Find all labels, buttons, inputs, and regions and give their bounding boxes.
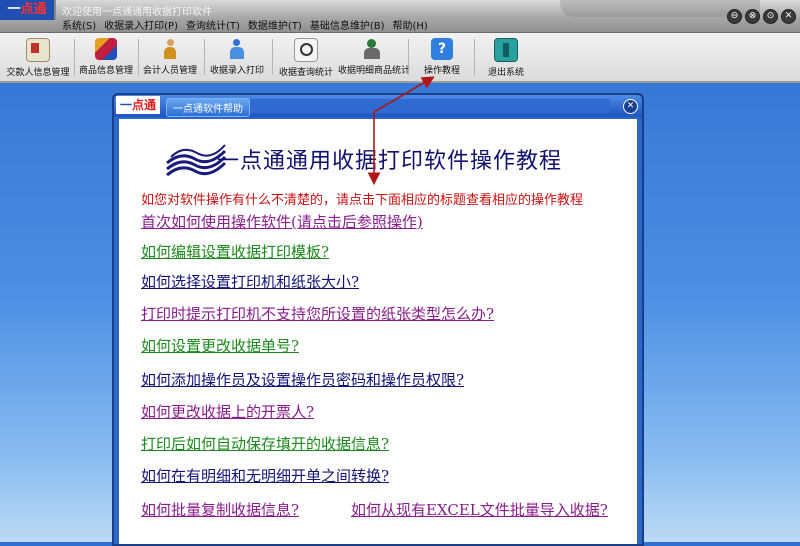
exit-label: 退出系统 <box>487 68 524 78</box>
product-info-label: 商品信息管理 <box>78 66 133 76</box>
tutorial-link-issuer[interactable]: 如何更改收据上的开票人? <box>141 401 314 422</box>
magnifier-icon <box>294 38 318 62</box>
minimize-button[interactable]: ⊖ <box>727 9 742 24</box>
toolbar-divider <box>204 39 205 75</box>
main-toolbar: 交款人信息管理 商品信息管理 会计人员管理 收据录入打印 收据查询统计 收据明细… <box>0 33 800 83</box>
maximize-button[interactable]: ⊙ <box>763 9 778 24</box>
accountant-label: 会计人员管理 <box>142 66 197 76</box>
receipt-query-label: 收据查询统计 <box>278 68 333 78</box>
help-close-button[interactable]: ✕ <box>623 99 638 114</box>
tutorial-link-operators[interactable]: 如何添加操作员及设置操作员密码和操作员权限? <box>141 369 464 390</box>
help-logo-accent: 点通 <box>132 98 157 112</box>
tutorial-button[interactable]: ? 操作教程 <box>418 35 466 79</box>
app-logo-main: 一 <box>7 2 21 17</box>
help-title-strip <box>244 99 610 113</box>
id-card-icon <box>26 38 50 62</box>
help-logo-main: 一 <box>119 98 132 112</box>
tutorial-link-paper-unsupported[interactable]: 打印时提示打印机不支持您所设置的纸张类型怎么办? <box>141 303 494 324</box>
menu-help[interactable]: 帮助(H) <box>393 17 428 32</box>
detail-stats-label: 收据明细商品统计 <box>338 66 411 76</box>
help-title-bar: 一点通 一点通软件帮助 ✕ <box>114 95 642 117</box>
toolbar-divider <box>408 39 409 75</box>
menu-system[interactable]: 系统(S) <box>62 17 96 32</box>
tutorial-link-batch-copy[interactable]: 如何批量复制收据信息? <box>141 499 299 520</box>
tutorial-link-first-use[interactable]: 首次如何使用操作软件(请点击后参照操作) <box>141 211 423 232</box>
app-logo: 一点通 <box>0 0 56 20</box>
tutorial-link-edit-template[interactable]: 如何编辑设置收据打印模板? <box>141 241 329 262</box>
tutorial-intro: 如您对软件操作有什么不清楚的，请点击下面相应的标题查看相应的操作教程 <box>141 193 584 208</box>
toolbar-divider <box>74 39 75 75</box>
exit-button[interactable]: 退出系统 <box>482 35 530 79</box>
menu-bar: 系统(S) 收据录入打印(P) 查询统计(T) 数据维护(T) 基础信息维护(B… <box>62 17 428 32</box>
help-icon: ? <box>431 38 453 60</box>
tutorial-link-excel-import[interactable]: 如何从现有EXCEL文件批量导入收据? <box>351 499 608 520</box>
help-logo: 一点通 <box>116 96 160 114</box>
menu-query-stats[interactable]: 查询统计(T) <box>186 17 240 32</box>
user-entry-icon <box>226 38 248 60</box>
receipt-query-button[interactable]: 收据查询统计 <box>276 35 336 79</box>
help-window: 一点通 一点通软件帮助 ✕ 一点通通用收据打印软件操作教程 如您对软件操作有什么… <box>112 93 644 546</box>
receipt-entry-button[interactable]: 收据录入打印 <box>208 35 266 79</box>
help-window-title: 一点通软件帮助 <box>166 98 250 117</box>
menu-receipt-entry-print[interactable]: 收据录入打印(P) <box>104 17 178 32</box>
restore-button[interactable]: ⊗ <box>745 9 760 24</box>
detail-stats-icon <box>361 38 383 60</box>
tutorial-heading: 一点通通用收据打印软件操作教程 <box>217 149 563 174</box>
accountant-button[interactable]: 会计人员管理 <box>142 35 198 79</box>
exit-door-icon <box>494 38 518 62</box>
menu-basic-info-maintenance[interactable]: 基础信息维护(B) <box>310 17 385 32</box>
payer-info-label: 交款人信息管理 <box>6 68 70 78</box>
cubes-icon <box>95 38 117 60</box>
payer-info-button[interactable]: 交款人信息管理 <box>6 35 70 79</box>
detail-stats-button[interactable]: 收据明细商品统计 <box>338 35 411 79</box>
toolbar-divider <box>272 39 273 75</box>
main-title-bar: 一点通 欢迎使用一点通通用收据打印软件 系统(S) 收据录入打印(P) 查询统计… <box>0 0 800 33</box>
tutorial-link-detail-toggle[interactable]: 如何在有明细和无明细开单之间转换? <box>141 465 389 486</box>
product-info-button[interactable]: 商品信息管理 <box>78 35 134 79</box>
person-icon <box>159 38 181 60</box>
tutorial-link-printer-paper[interactable]: 如何选择设置打印机和纸张大小? <box>141 271 359 292</box>
window-controls: ⊖ ⊗ ⊙ ✕ <box>727 9 796 24</box>
window-title: 欢迎使用一点通通用收据打印软件 <box>62 7 212 18</box>
toolbar-divider <box>474 39 475 75</box>
help-content: 一点通通用收据打印软件操作教程 如您对软件操作有什么不清楚的，请点击下面相应的标… <box>119 119 637 544</box>
tutorial-link-receipt-number[interactable]: 如何设置更改收据单号? <box>141 335 299 356</box>
toolbar-divider <box>138 39 139 75</box>
close-button[interactable]: ✕ <box>781 9 796 24</box>
receipt-entry-label: 收据录入打印 <box>209 66 264 76</box>
tutorial-label: 操作教程 <box>423 66 460 76</box>
tutorial-link-auto-save[interactable]: 打印后如何自动保存填开的收据信息? <box>141 433 389 454</box>
app-logo-accent: 点通 <box>20 2 47 17</box>
menu-data-maintenance[interactable]: 数据维护(T) <box>248 17 302 32</box>
